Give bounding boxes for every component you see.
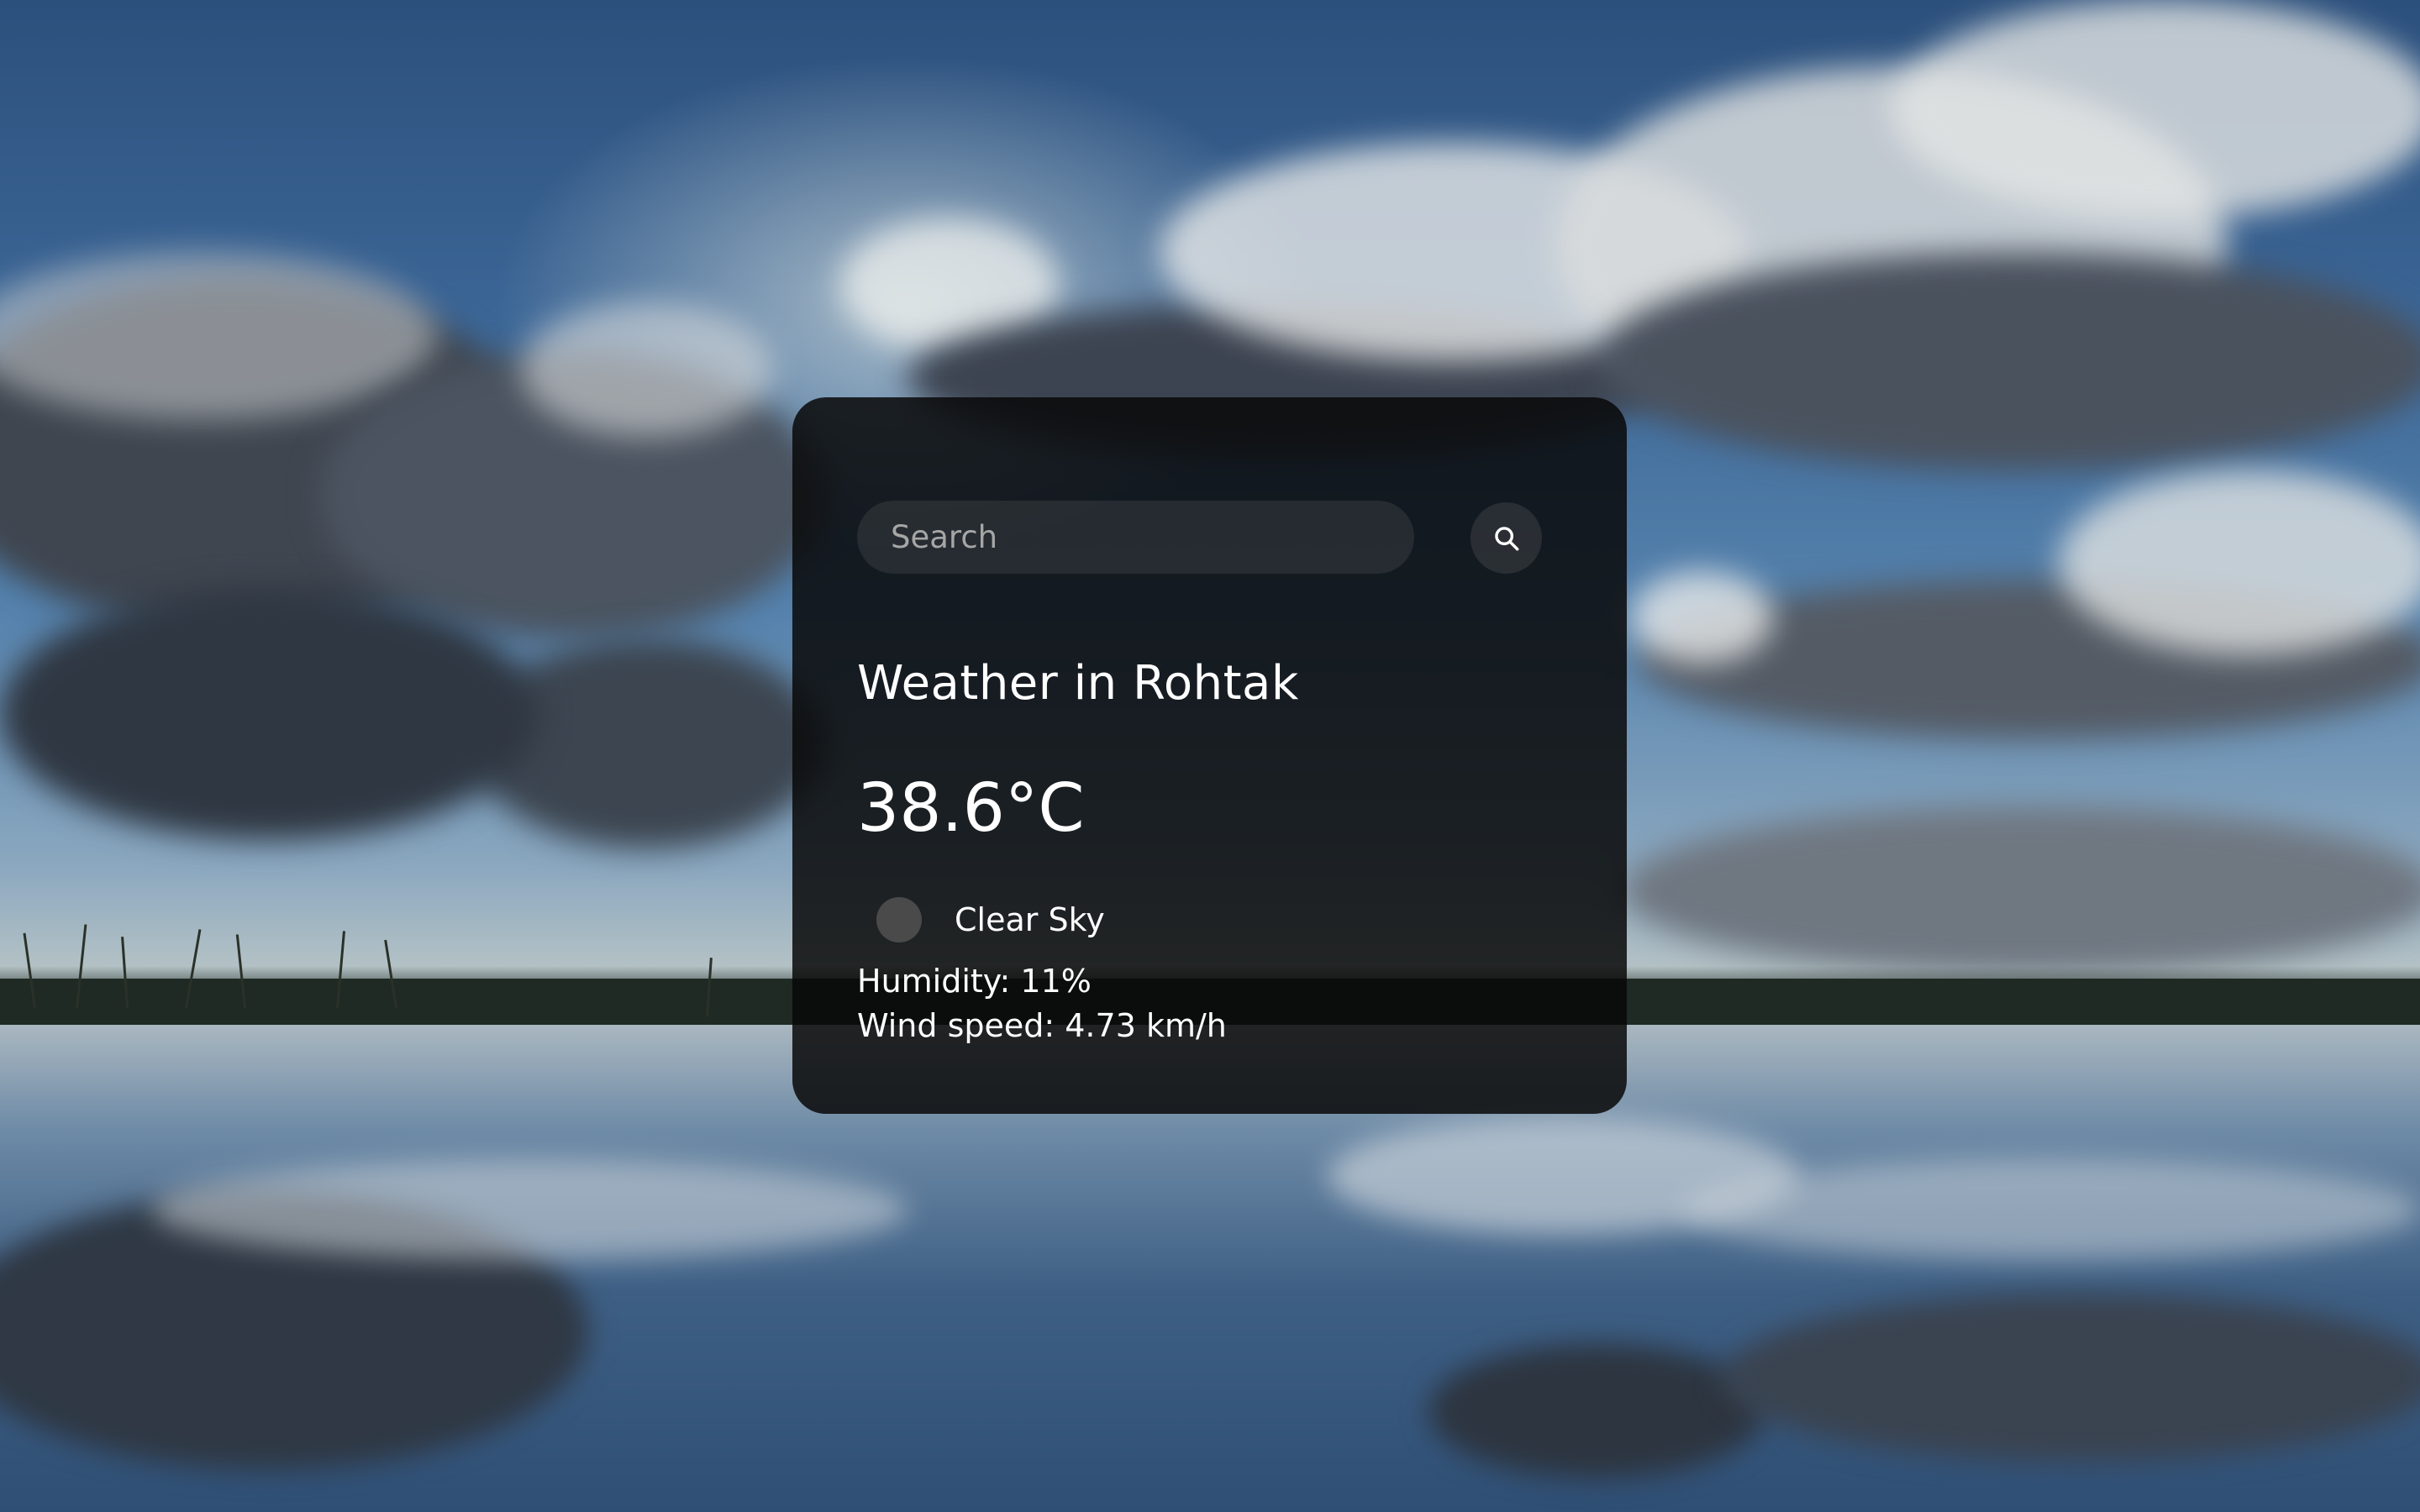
search-bar bbox=[857, 501, 1555, 576]
condition-description: Clear Sky bbox=[955, 901, 1105, 938]
condition-row: Clear Sky bbox=[876, 895, 1105, 945]
cloud-reflection bbox=[1428, 1344, 1765, 1478]
cloud bbox=[1630, 571, 1773, 664]
cloud-reflection bbox=[1723, 1294, 2420, 1462]
humidity: Humidity: 11% bbox=[857, 963, 1092, 1000]
cloud-reflection bbox=[1681, 1159, 2420, 1260]
cloud bbox=[2059, 470, 2420, 655]
cloud bbox=[1622, 806, 2420, 974]
cloud bbox=[0, 588, 538, 840]
city-title: Weather in Rohtak bbox=[857, 656, 1299, 711]
temperature: 38.6°C bbox=[857, 769, 1085, 847]
cloud bbox=[1891, 0, 2420, 218]
search-button[interactable] bbox=[1470, 502, 1542, 574]
search-icon bbox=[1494, 526, 1518, 550]
cloud bbox=[521, 302, 773, 437]
cloud bbox=[1597, 252, 2420, 470]
weather-condition-icon bbox=[876, 897, 922, 942]
search-input[interactable] bbox=[857, 501, 1414, 574]
weather-card: Weather in Rohtak 38.6°C Clear Sky Humid… bbox=[792, 397, 1627, 1114]
wind-speed: Wind speed: 4.73 km/h bbox=[857, 1007, 1227, 1044]
cloud-reflection bbox=[151, 1159, 908, 1260]
